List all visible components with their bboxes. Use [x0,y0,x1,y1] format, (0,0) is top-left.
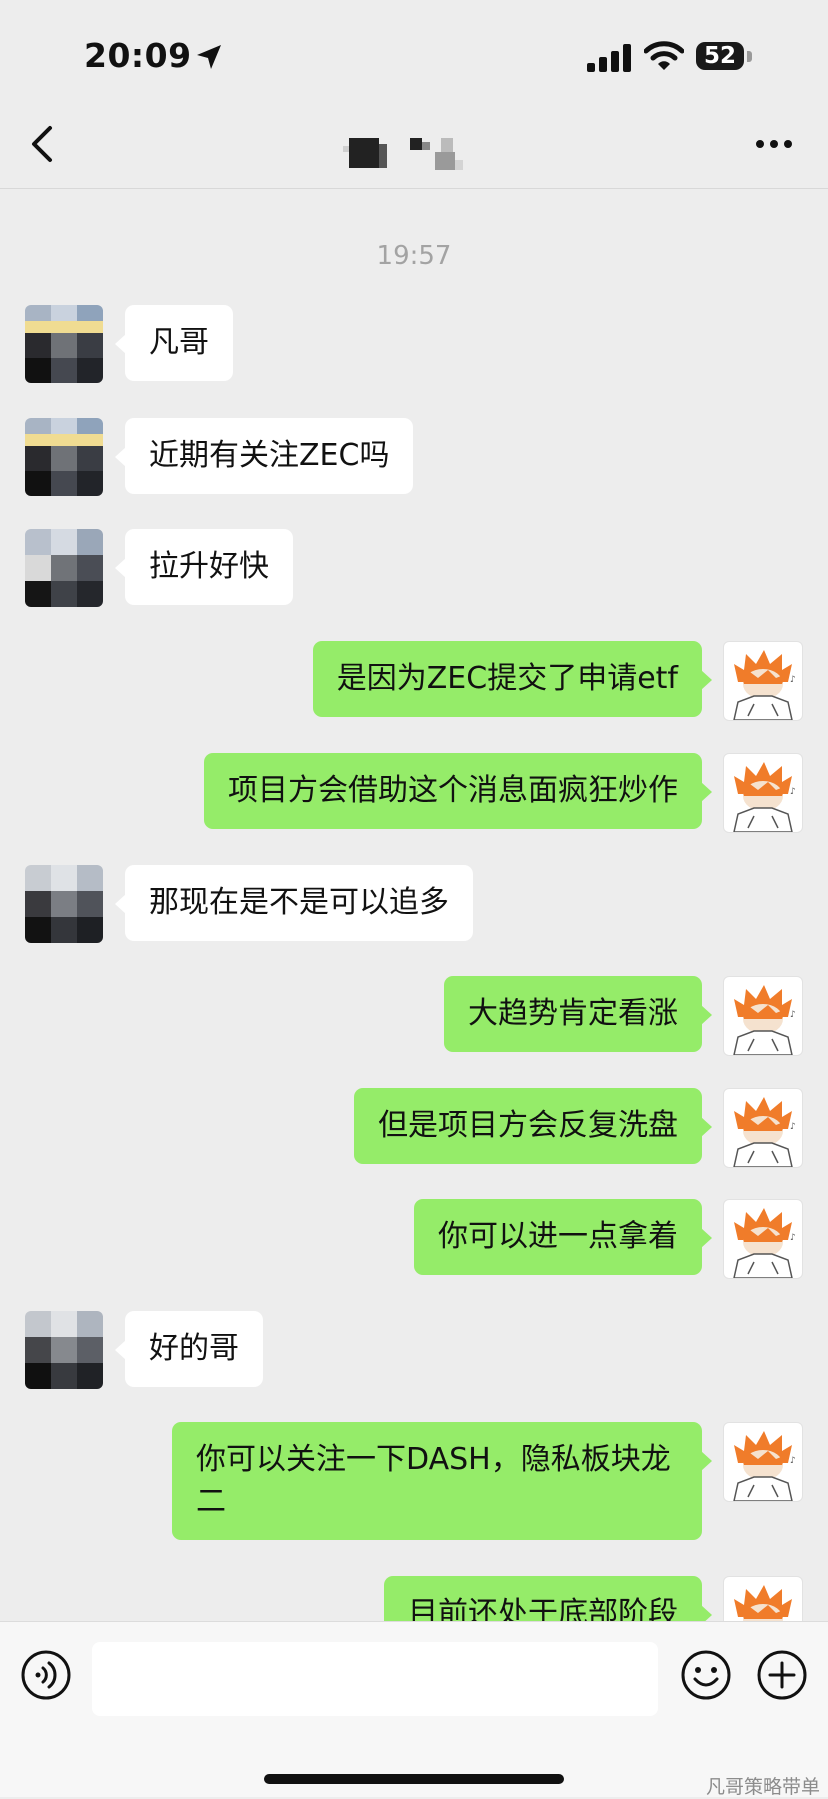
message-bubble-incoming[interactable]: 好的哥 [115,1311,263,1387]
message-bubble-incoming[interactable]: 近期有关注ZEC吗 [114,418,414,494]
contact-avatar[interactable] [25,418,103,496]
message-bubble-incoming[interactable]: 那现在是不是可以追多 [115,865,473,941]
message-bubble-incoming[interactable]: 凡哥 [115,305,233,381]
location-arrow-icon [197,45,221,69]
self-avatar[interactable]: ♪ [723,1088,803,1168]
contact-avatar-mosaic [25,529,103,607]
svg-text:♪: ♪ [790,675,796,685]
wifi-icon [644,41,684,70]
message-bubble-outgoing[interactable]: 项目方会借助这个消息面疯狂炒作 [204,753,712,829]
message-bubble-outgoing[interactable]: 是因为ZEC提交了申请etf [312,641,713,717]
message-bubble-outgoing[interactable]: 你可以进一点拿着 [414,1199,712,1275]
svg-text:♪: ♪ [790,1122,796,1132]
redacted-name-mosaic [343,138,463,170]
home-indicator [264,1774,564,1784]
battery-icon: 52 [696,42,744,70]
self-avatar-image: ♪ [733,1208,796,1278]
contact-avatar[interactable] [25,305,103,383]
self-avatar-image [734,1585,792,1621]
svg-text:♪: ♪ [790,1456,796,1466]
self-avatar[interactable]: ♪ [723,1422,803,1502]
self-avatar[interactable]: ♪ [723,753,803,833]
contact-avatar[interactable] [25,865,103,943]
chat-header [0,100,828,189]
input-bar: 凡哥策略带单 [0,1621,828,1798]
self-avatar[interactable]: ♪ [723,1199,803,1279]
contact-avatar-mosaic [25,305,103,383]
watermark: 凡哥策略带单 [705,1776,820,1798]
self-avatar-image: ♪ [733,1431,796,1501]
message-input[interactable] [92,1642,658,1716]
svg-text:♪: ♪ [790,1233,796,1243]
contact-avatar[interactable] [25,529,103,607]
message-bubble-outgoing[interactable]: 大趋势肯定看涨 [444,976,712,1052]
more-icon[interactable] [752,130,796,158]
voice-icon[interactable] [20,1649,72,1701]
contact-avatar-mosaic [25,418,103,496]
back-chevron-icon[interactable] [22,120,62,168]
contact-avatar-mosaic [25,865,103,943]
self-avatar-image: ♪ [733,1097,796,1167]
status-time: 20:09 [84,36,192,75]
message-bubble-outgoing[interactable]: 你可以关注一下DASH，隐私板块龙二 [172,1422,712,1540]
self-avatar-image: ♪ [733,985,796,1055]
chat-area[interactable]: 19:57 凡哥 近期有关注ZEC吗 拉升好快 是因为ZEC提交了申请etf ♪… [0,189,828,1621]
message-bubble-outgoing[interactable]: 目前还处于底部阶段 [384,1576,712,1621]
signal-icon [587,44,631,72]
self-avatar[interactable] [723,1576,803,1621]
emoji-icon[interactable] [680,1649,732,1701]
self-avatar-image: ♪ [733,762,796,832]
self-avatar-image: ♪ [733,650,796,720]
self-avatar[interactable]: ♪ [723,641,803,721]
svg-text:♪: ♪ [790,787,796,797]
plus-icon[interactable] [756,1649,808,1701]
message-timestamp: 19:57 [376,241,452,271]
battery-cap [747,51,752,62]
self-avatar[interactable]: ♪ [723,976,803,1056]
message-bubble-outgoing[interactable]: 但是项目方会反复洗盘 [354,1088,712,1164]
contact-avatar[interactable] [25,1311,103,1389]
message-bubble-incoming[interactable]: 拉升好快 [115,529,293,605]
svg-text:♪: ♪ [790,1010,796,1020]
contact-avatar-mosaic [25,1311,103,1389]
status-bar: 20:09 52 [0,0,828,100]
